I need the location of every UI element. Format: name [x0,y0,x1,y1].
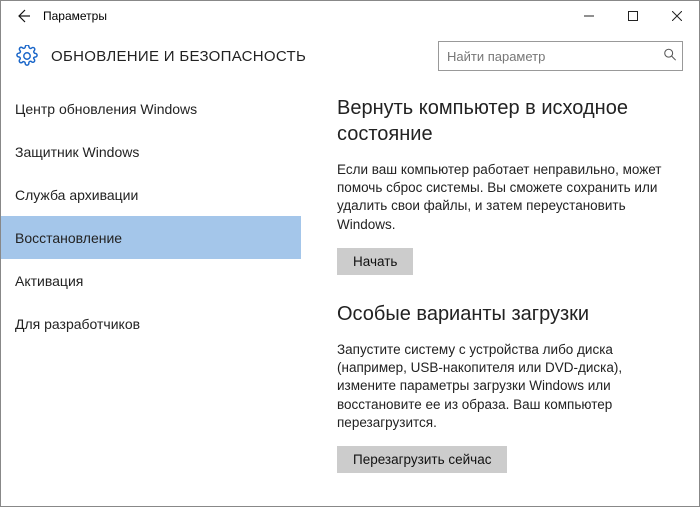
back-button[interactable] [9,1,37,31]
section-advanced-startup: Особые варианты загрузки Запустите систе… [337,301,673,473]
section-reset-pc: Вернуть компьютер в исходное состояние Е… [337,95,673,275]
sidebar-item-windows-defender[interactable]: Защитник Windows [1,130,301,173]
gear-icon [16,45,38,67]
header: ОБНОВЛЕНИЕ И БЕЗОПАСНОСТЬ [1,31,699,81]
advanced-heading: Особые варианты загрузки [337,301,673,327]
sidebar-item-windows-update[interactable]: Центр обновления Windows [1,87,301,130]
page-title: ОБНОВЛЕНИЕ И БЕЗОПАСНОСТЬ [51,48,306,65]
window-controls [567,1,699,31]
advanced-description: Запустите систему с устройства либо диск… [337,341,673,432]
window-title: Параметры [43,9,107,23]
reset-description: Если ваш компьютер работает неправильно,… [337,161,673,234]
search-input[interactable] [438,41,683,71]
restart-now-button[interactable]: Перезагрузить сейчас [337,446,507,473]
arrow-left-icon [15,8,31,24]
settings-icon [15,44,39,68]
minimize-icon [584,11,594,21]
titlebar: Параметры [1,1,699,31]
minimize-button[interactable] [567,1,611,31]
reset-heading: Вернуть компьютер в исходное состояние [337,95,673,147]
body: Центр обновления Windows Защитник Window… [1,81,699,506]
search-wrapper [438,41,683,71]
close-button[interactable] [655,1,699,31]
close-icon [672,11,682,21]
sidebar-item-backup[interactable]: Служба архивации [1,173,301,216]
maximize-icon [628,11,638,21]
sidebar-item-for-developers[interactable]: Для разработчиков [1,302,301,345]
sidebar-item-activation[interactable]: Активация [1,259,301,302]
content: Вернуть компьютер в исходное состояние Е… [301,81,699,506]
sidebar-item-recovery[interactable]: Восстановление [1,216,301,259]
maximize-button[interactable] [611,1,655,31]
reset-start-button[interactable]: Начать [337,248,413,275]
sidebar: Центр обновления Windows Защитник Window… [1,81,301,506]
